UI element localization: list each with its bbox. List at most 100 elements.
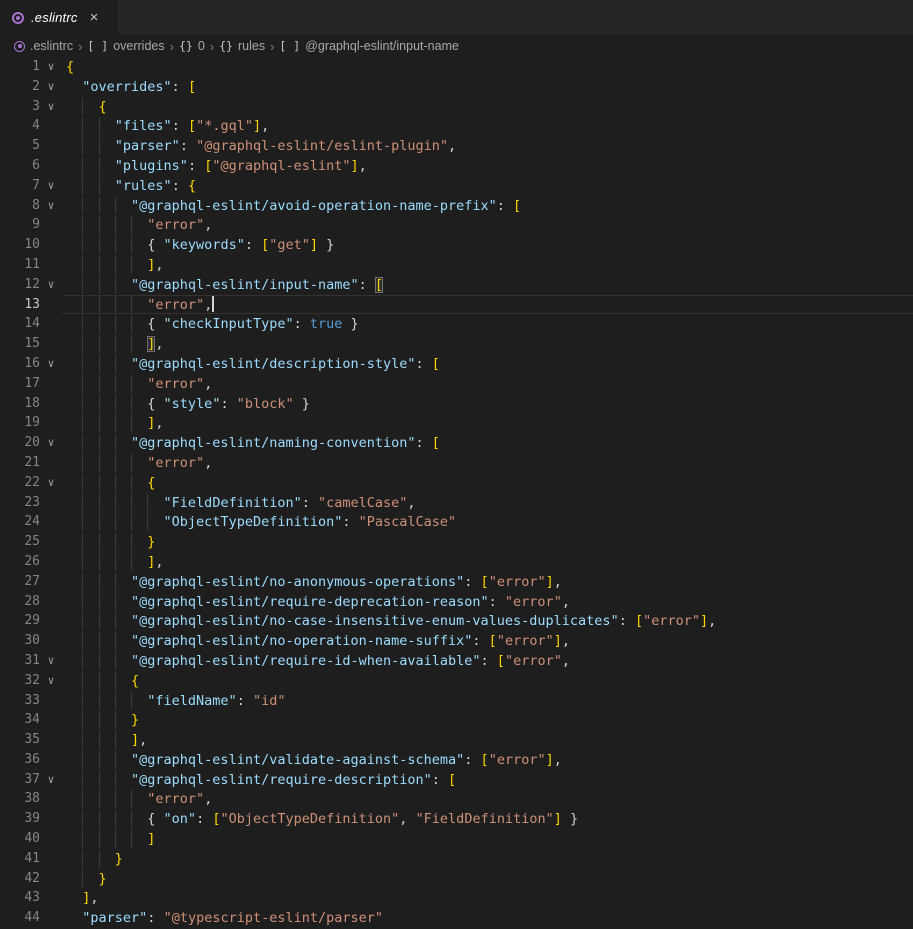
breadcrumb-item-rules[interactable]: {}rules: [219, 39, 265, 53]
code-line[interactable]: 9 "error",: [0, 215, 913, 235]
code-text: "@graphql-eslint/require-id-when-availab…: [62, 651, 913, 671]
indent-guide: [82, 810, 83, 828]
code-line[interactable]: 15 ],: [0, 334, 913, 354]
code-line[interactable]: 7∨ "rules": {: [0, 176, 913, 196]
fold-chevron-icon[interactable]: ∨: [40, 473, 62, 493]
editor-window: .eslintrc × .eslintrc›[ ]overrides›{}0›{…: [0, 0, 913, 928]
code-line[interactable]: 8∨ "@graphql-eslint/avoid-operation-name…: [0, 196, 913, 216]
code-line[interactable]: 31∨ "@graphql-eslint/require-id-when-ava…: [0, 651, 913, 671]
code-line[interactable]: 32∨ {: [0, 671, 913, 691]
code-line[interactable]: 19 ],: [0, 413, 913, 433]
eslint-file-icon: [12, 12, 24, 24]
indent-guide: [115, 632, 116, 650]
indent-guide: [115, 672, 116, 690]
code-line[interactable]: 10 { "keywords": ["get"] }: [0, 235, 913, 255]
code-line[interactable]: 39 { "on": ["ObjectTypeDefinition", "Fie…: [0, 809, 913, 829]
fold-chevron-icon[interactable]: ∨: [40, 354, 62, 374]
code-line[interactable]: 20∨ "@graphql-eslint/naming-convention":…: [0, 433, 913, 453]
indent-guide: [82, 870, 83, 888]
code-line[interactable]: 36 "@graphql-eslint/validate-against-sch…: [0, 750, 913, 770]
fold-chevron-icon[interactable]: ∨: [40, 77, 62, 97]
code-line[interactable]: 5 "parser": "@graphql-eslint/eslint-plug…: [0, 136, 913, 156]
code-line[interactable]: 18 { "style": "block" }: [0, 394, 913, 414]
code-line[interactable]: 24 "ObjectTypeDefinition": "PascalCase": [0, 512, 913, 532]
code-text: ]: [62, 829, 913, 849]
indent-guide: [99, 711, 100, 729]
code-line[interactable]: 35 ],: [0, 730, 913, 750]
code-line[interactable]: 44 "parser": "@typescript-eslint/parser": [0, 908, 913, 928]
code-line[interactable]: 11 ],: [0, 255, 913, 275]
code-text: "@graphql-eslint/input-name": [: [62, 275, 913, 295]
code-text: "@graphql-eslint/avoid-operation-name-pr…: [62, 196, 913, 216]
code-text: }: [62, 532, 913, 552]
code-line[interactable]: 41 }: [0, 849, 913, 869]
fold-gutter: [40, 116, 62, 136]
code-line[interactable]: 1∨{: [0, 57, 913, 77]
close-icon[interactable]: ×: [88, 10, 101, 25]
code-line[interactable]: 27 "@graphql-eslint/no-anonymous-operati…: [0, 572, 913, 592]
indent-guide: [82, 790, 83, 808]
indent-guide: [115, 790, 116, 808]
fold-chevron-icon[interactable]: ∨: [40, 97, 62, 117]
fold-chevron-icon[interactable]: ∨: [40, 651, 62, 671]
indent-guide: [99, 692, 100, 710]
breadcrumb-item--graphql-eslint-input-name[interactable]: [ ]@graphql-eslint/input-name: [279, 39, 459, 53]
line-number: 13: [0, 295, 40, 315]
code-line[interactable]: 25 }: [0, 532, 913, 552]
code-line[interactable]: 14 { "checkInputType": true }: [0, 314, 913, 334]
code-line[interactable]: 16∨ "@graphql-eslint/description-style":…: [0, 354, 913, 374]
code-line[interactable]: 28 "@graphql-eslint/require-deprecation-…: [0, 592, 913, 612]
code-line[interactable]: 42 }: [0, 869, 913, 889]
code-line[interactable]: 23 "FieldDefinition": "camelCase",: [0, 493, 913, 513]
code-line[interactable]: 30 "@graphql-eslint/no-operation-name-su…: [0, 631, 913, 651]
fold-gutter: [40, 453, 62, 473]
code-line[interactable]: 40 ]: [0, 829, 913, 849]
indent-guide: [82, 593, 83, 611]
code-line[interactable]: 37∨ "@graphql-eslint/require-description…: [0, 770, 913, 790]
code-line[interactable]: 12∨ "@graphql-eslint/input-name": [: [0, 275, 913, 295]
breadcrumb-item--eslintrc[interactable]: .eslintrc: [14, 39, 73, 53]
indent-guide: [115, 335, 116, 353]
indent-guide: [82, 256, 83, 274]
fold-chevron-icon[interactable]: ∨: [40, 671, 62, 691]
code-line[interactable]: 43 ],: [0, 888, 913, 908]
line-number: 5: [0, 136, 40, 156]
code-line[interactable]: 4 "files": ["*.gql"],: [0, 116, 913, 136]
indent-guide: [99, 751, 100, 769]
fold-gutter: [40, 888, 62, 908]
indent-guide: [99, 810, 100, 828]
fold-chevron-icon[interactable]: ∨: [40, 275, 62, 295]
code-text: "overrides": [: [62, 77, 913, 97]
indent-guide: [82, 355, 83, 373]
code-text: "@graphql-eslint/no-case-insensitive-enu…: [62, 611, 913, 631]
fold-gutter: [40, 394, 62, 414]
fold-chevron-icon[interactable]: ∨: [40, 196, 62, 216]
fold-gutter: [40, 592, 62, 612]
code-line[interactable]: 2∨ "overrides": [: [0, 77, 913, 97]
indent-guide: [115, 474, 116, 492]
tab-eslintrc[interactable]: .eslintrc ×: [0, 0, 118, 35]
code-line[interactable]: 21 "error",: [0, 453, 913, 473]
code-text: { "keywords": ["get"] }: [62, 235, 913, 255]
fold-chevron-icon[interactable]: ∨: [40, 176, 62, 196]
code-line[interactable]: 13 "error",: [0, 295, 913, 315]
breadcrumb-item-overrides[interactable]: [ ]overrides: [87, 39, 164, 53]
code-line[interactable]: 29 "@graphql-eslint/no-case-insensitive-…: [0, 611, 913, 631]
indent-guide: [115, 533, 116, 551]
code-text: "files": ["*.gql"],: [62, 116, 913, 136]
code-editor[interactable]: 1∨{2∨ "overrides": [3∨ {4 "files": ["*.g…: [0, 57, 913, 928]
code-line[interactable]: 34 }: [0, 710, 913, 730]
code-line[interactable]: 3∨ {: [0, 97, 913, 117]
code-text: {: [62, 671, 913, 691]
fold-chevron-icon[interactable]: ∨: [40, 433, 62, 453]
code-line[interactable]: 17 "error",: [0, 374, 913, 394]
code-line[interactable]: 26 ],: [0, 552, 913, 572]
code-line[interactable]: 6 "plugins": ["@graphql-eslint"],: [0, 156, 913, 176]
code-line[interactable]: 22∨ {: [0, 473, 913, 493]
code-line[interactable]: 38 "error",: [0, 789, 913, 809]
code-line[interactable]: 33 "fieldName": "id": [0, 691, 913, 711]
fold-chevron-icon[interactable]: ∨: [40, 770, 62, 790]
breadcrumb-item-0[interactable]: {}0: [179, 39, 205, 53]
indent-guide: [115, 771, 116, 789]
fold-chevron-icon[interactable]: ∨: [40, 57, 62, 77]
